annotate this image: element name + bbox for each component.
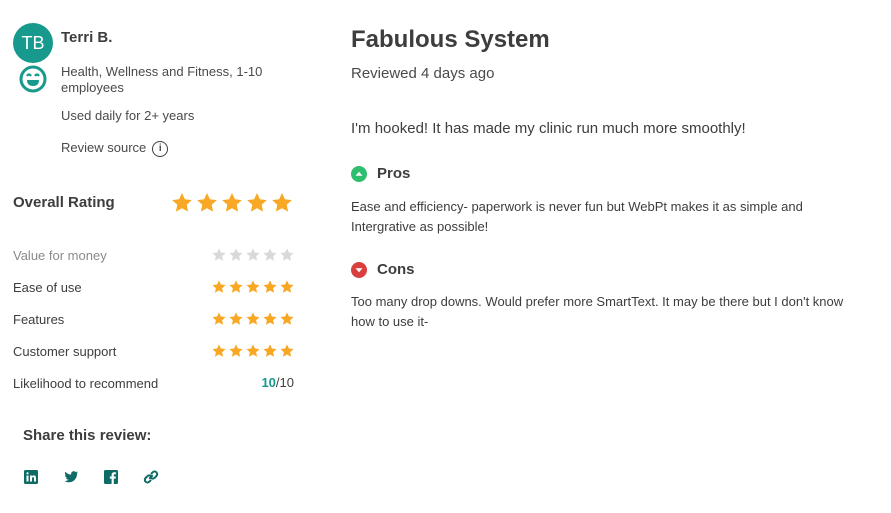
star-filled-icon — [212, 312, 226, 325]
star-filled-icon — [246, 312, 260, 325]
rating-label-features: Features — [13, 312, 65, 327]
star-empty-icon — [246, 248, 260, 261]
facebook-icon[interactable] — [103, 469, 119, 485]
pros-heading: Pros — [351, 165, 410, 182]
review-source[interactable]: Review source i — [61, 140, 169, 157]
reviewer-usage: Used daily for 2+ years — [61, 108, 195, 123]
share-icons — [23, 469, 159, 485]
star-filled-icon — [263, 344, 277, 357]
star-filled-icon — [229, 280, 243, 293]
cons-icon — [351, 261, 367, 278]
pros-icon — [351, 165, 367, 182]
rating-label-ease-of-use: Ease of use — [13, 280, 82, 295]
star-filled-icon — [246, 280, 260, 293]
reviewed-date: Reviewed 4 days ago — [351, 65, 495, 82]
reviewer-industry: Health, Wellness and Fitness, 1-10 emplo… — [61, 64, 263, 95]
star-empty-icon — [212, 248, 226, 261]
rating-stars-customer-support — [211, 343, 295, 359]
star-filled-icon — [212, 280, 226, 293]
rating-label-value-for-money: Value for money — [13, 248, 107, 263]
star-filled-icon — [263, 312, 277, 325]
review-title: Fabulous System — [351, 26, 550, 53]
review-source-label: Review source — [61, 140, 147, 155]
info-icon[interactable]: i — [152, 140, 169, 157]
star-empty-icon — [229, 248, 243, 261]
star-filled-icon — [280, 344, 294, 357]
rating-stars-value-for-money — [211, 247, 295, 263]
star-filled-icon — [229, 344, 243, 357]
reviewer-name: Terri B. — [61, 29, 113, 46]
cons-label: Cons — [377, 261, 415, 278]
rating-label-customer-support: Customer support — [13, 344, 117, 359]
rating-stars-ease-of-use — [211, 279, 295, 295]
star-filled-icon — [229, 312, 243, 325]
star-filled-icon — [280, 312, 294, 325]
share-title: Share this review: — [23, 427, 152, 444]
overall-rating-stars — [170, 191, 294, 215]
star-filled-icon — [272, 193, 292, 212]
star-empty-icon — [280, 248, 294, 261]
avatar: TB — [13, 23, 53, 63]
star-filled-icon — [172, 193, 192, 212]
star-filled-icon — [197, 193, 217, 212]
likelihood-value: 10 — [261, 375, 276, 390]
smiley-face-icon — [19, 65, 47, 93]
twitter-icon[interactable] — [63, 469, 79, 485]
review-summary: I'm hooked! It has made my clinic run mu… — [351, 120, 746, 137]
link-icon[interactable] — [143, 469, 159, 485]
cons-heading: Cons — [351, 261, 415, 278]
star-filled-icon — [222, 193, 242, 212]
star-empty-icon — [263, 248, 277, 261]
likelihood-score: 10/10 — [261, 375, 294, 390]
cons-text: Too many drop downs. Would prefer more S… — [351, 294, 844, 329]
star-filled-icon — [263, 280, 277, 293]
star-filled-icon — [247, 193, 267, 212]
star-filled-icon — [212, 344, 226, 357]
linkedin-icon[interactable] — [23, 469, 39, 485]
star-filled-icon — [280, 280, 294, 293]
likelihood-max: /10 — [275, 375, 294, 390]
likelihood-label: Likelihood to recommend — [13, 376, 159, 391]
overall-rating-label: Overall Rating — [13, 194, 115, 211]
rating-stars-features — [211, 311, 295, 327]
pros-text: Ease and efficiency- paperwork is never … — [351, 199, 803, 234]
pros-label: Pros — [377, 165, 411, 182]
star-filled-icon — [246, 344, 260, 357]
